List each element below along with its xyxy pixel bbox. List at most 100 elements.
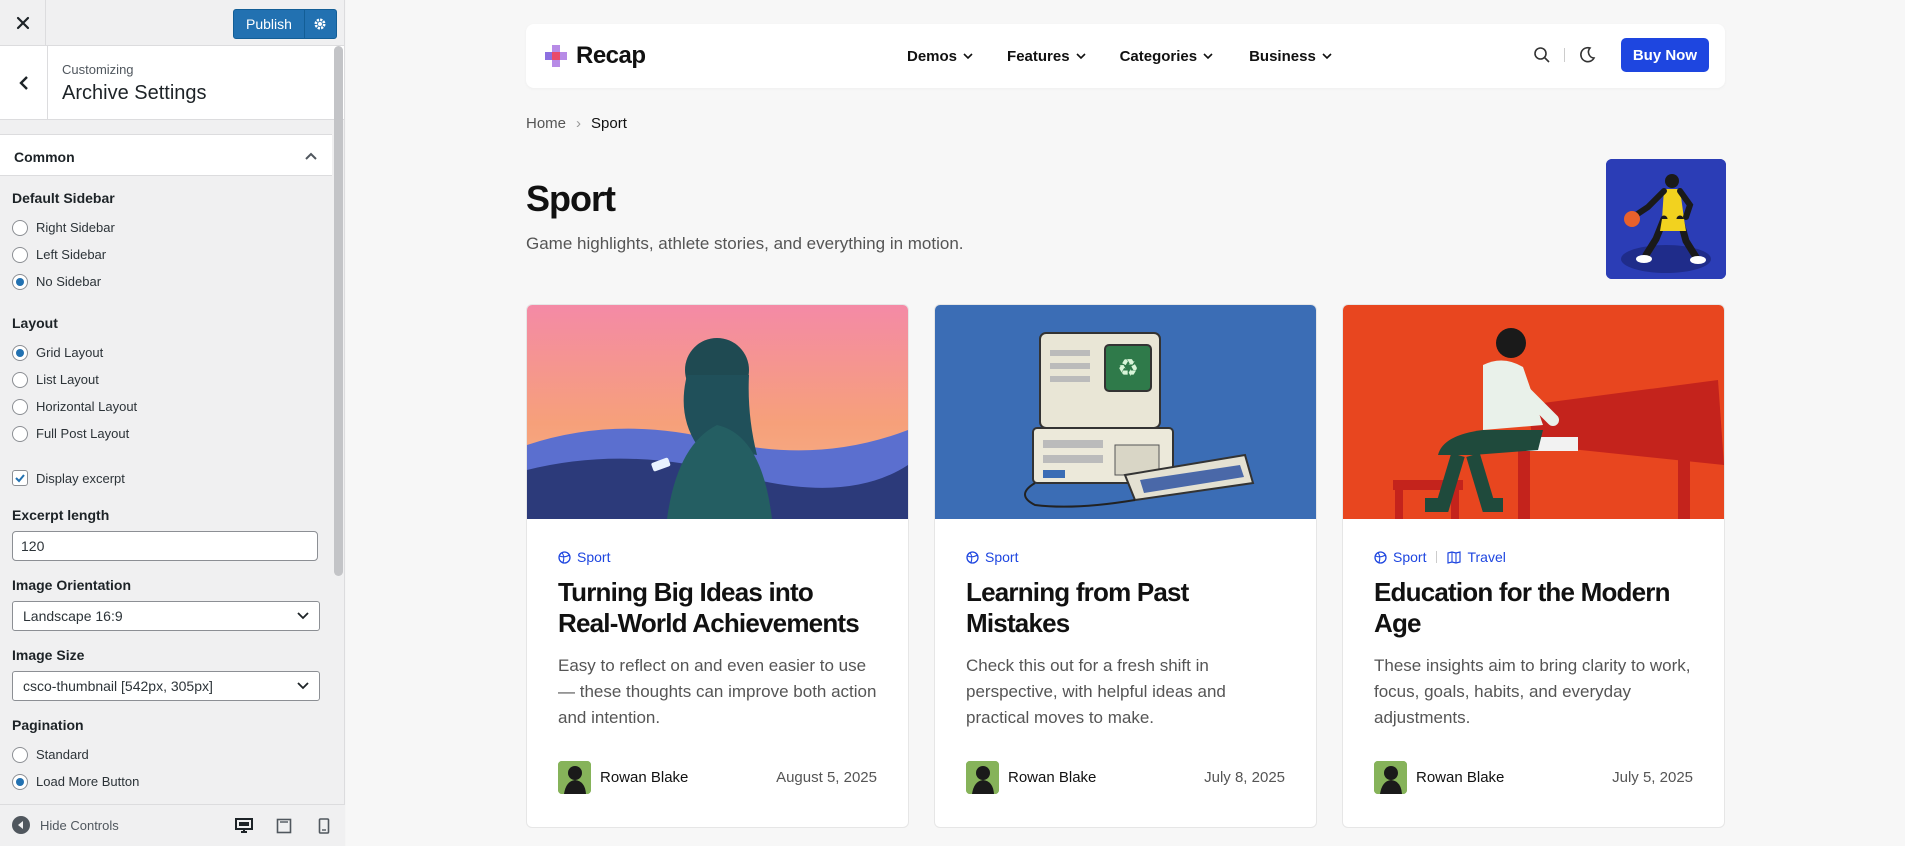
nav-label: Categories xyxy=(1119,47,1198,65)
customizer-header: Publish xyxy=(0,0,344,46)
post-card: Sport Turning Big Ideas into Real-World … xyxy=(526,304,909,828)
post-title[interactable]: Turning Big Ideas into Real-World Achiev… xyxy=(558,577,877,639)
post-title[interactable]: Learning from Past Mistakes xyxy=(966,577,1285,639)
post-excerpt: These insights aim to bring clarity to w… xyxy=(1374,656,1691,727)
excerpt-length-input[interactable] xyxy=(12,531,318,561)
publish-button[interactable]: Publish xyxy=(234,10,304,38)
close-icon xyxy=(16,16,29,30)
post-meta: Rowan Blake July 5, 2025 xyxy=(1374,761,1693,794)
nav-label: Business xyxy=(1249,47,1316,65)
radio-circle xyxy=(12,746,28,763)
post-thumbnail[interactable] xyxy=(527,305,908,519)
post-excerpt: Easy to reflect on and even easier to us… xyxy=(558,656,877,727)
search-button[interactable] xyxy=(1530,43,1554,67)
radio-standard[interactable]: Standard xyxy=(12,741,320,768)
chevron-up-icon xyxy=(305,152,317,160)
avatar xyxy=(558,761,591,794)
nav-label: Features xyxy=(1007,47,1070,65)
category-link-sport[interactable]: Sport xyxy=(966,549,1018,565)
section-title: Archive Settings xyxy=(62,82,207,104)
close-customizer-button[interactable] xyxy=(0,0,46,46)
category-link-sport[interactable]: Sport xyxy=(1374,549,1426,565)
search-icon xyxy=(1534,47,1550,63)
display-excerpt-checkbox[interactable]: Display excerpt xyxy=(12,467,320,489)
radio-label: Horizontal Layout xyxy=(36,399,138,414)
post-date: July 8, 2025 xyxy=(1204,769,1285,786)
desktop-preview-button[interactable] xyxy=(233,815,255,837)
image-orientation-select[interactable]: Landscape 16:9 xyxy=(12,601,320,631)
site-logo[interactable]: Recap xyxy=(542,42,646,70)
author-name: Rowan Blake xyxy=(1416,769,1505,786)
category-label: Sport xyxy=(577,549,611,565)
hide-controls-button[interactable]: Hide Controls xyxy=(12,816,119,834)
radio-label: No Sidebar xyxy=(36,274,102,289)
post-author[interactable]: Rowan Blake xyxy=(966,761,1096,794)
post-thumbnail[interactable]: ♻ xyxy=(935,305,1316,519)
chevron-right-icon: › xyxy=(576,115,582,132)
tablet-icon xyxy=(276,818,292,834)
breadcrumb-current: Sport xyxy=(591,115,627,132)
radio-right-sidebar[interactable]: Right Sidebar xyxy=(12,214,320,241)
site-header: Recap Demos Features Categories Business… xyxy=(526,24,1725,88)
sport-icon xyxy=(966,550,979,564)
nav-categories[interactable]: Categories xyxy=(1120,48,1214,65)
radio-grid-layout[interactable]: Grid Layout xyxy=(12,339,320,366)
dark-mode-toggle[interactable] xyxy=(1575,43,1599,67)
post-title[interactable]: Education for the Modern Age xyxy=(1374,577,1693,639)
radio-circle-selected xyxy=(12,273,28,290)
radio-label: Right Sidebar xyxy=(36,220,115,235)
back-button[interactable] xyxy=(0,46,48,120)
customizer-footer: Hide Controls xyxy=(0,804,345,846)
nav-demos[interactable]: Demos xyxy=(907,48,973,65)
common-controls: Default Sidebar Right Sidebar Left Sideb… xyxy=(0,176,332,795)
device-preview-switcher xyxy=(233,815,335,837)
radio-label: Load More Button xyxy=(36,774,140,789)
radio-list-layout[interactable]: List Layout xyxy=(12,366,320,393)
post-thumbnail[interactable] xyxy=(1343,305,1724,519)
nav-label: Demos xyxy=(907,47,958,65)
chevron-down-icon xyxy=(297,682,309,690)
radio-load-more-button[interactable]: Load More Button xyxy=(12,768,320,795)
post-author[interactable]: Rowan Blake xyxy=(1374,761,1504,794)
post-excerpt: Check this out for a fresh shift in pers… xyxy=(966,656,1226,727)
mobile-preview-button[interactable] xyxy=(313,815,335,837)
image-size-select[interactable]: csco-thumbnail [542px, 305px] xyxy=(12,671,320,701)
category-link-travel[interactable]: Travel xyxy=(1447,549,1506,565)
nav-business[interactable]: Business xyxy=(1249,48,1332,65)
radio-circle-selected xyxy=(12,344,28,361)
layout-label: Layout xyxy=(12,315,58,331)
breadcrumb: Home › Sport xyxy=(526,115,627,132)
radio-circle xyxy=(12,425,28,442)
post-author[interactable]: Rowan Blake xyxy=(558,761,688,794)
category-link-sport[interactable]: Sport xyxy=(558,549,610,565)
buy-now-button[interactable]: Buy Now xyxy=(1620,38,1709,72)
post-meta: Rowan Blake August 5, 2025 xyxy=(558,761,877,794)
nav-features[interactable]: Features xyxy=(1007,48,1086,65)
breadcrumb-home[interactable]: Home xyxy=(526,115,566,132)
hide-controls-label: Hide Controls xyxy=(40,817,119,833)
post-categories: Sport xyxy=(966,549,1285,565)
site-preview: Recap Demos Features Categories Business… xyxy=(346,0,1905,846)
chevron-down-icon xyxy=(1203,52,1213,59)
radio-full-post-layout[interactable]: Full Post Layout xyxy=(12,420,320,447)
customizer-controls-area: Common Default Sidebar Right Sidebar Lef… xyxy=(0,134,332,804)
customizer-panel: Publish Customizing Archive Settings Com… xyxy=(0,0,345,846)
archive-title: Sport xyxy=(526,178,616,219)
checkmark-icon xyxy=(15,474,25,483)
publish-settings-button[interactable] xyxy=(303,10,336,38)
category-label: Sport xyxy=(1393,549,1427,565)
chevron-down-icon xyxy=(1322,52,1332,59)
checkbox-box xyxy=(12,470,28,486)
post-card: ♻ Sport Learning from Past Mistakes Chec… xyxy=(934,304,1317,828)
customizer-scrollbar[interactable] xyxy=(334,46,343,576)
radio-horizontal-layout[interactable]: Horizontal Layout xyxy=(12,393,320,420)
cross-logo-icon xyxy=(545,45,567,67)
radio-label: Full Post Layout xyxy=(36,426,130,441)
tablet-preview-button[interactable] xyxy=(273,815,295,837)
category-separator xyxy=(1436,551,1438,563)
group-label: Common xyxy=(14,149,75,165)
radio-no-sidebar[interactable]: No Sidebar xyxy=(12,268,320,295)
common-group-toggle[interactable]: Common xyxy=(0,134,332,176)
category-label: Sport xyxy=(985,549,1019,565)
radio-left-sidebar[interactable]: Left Sidebar xyxy=(12,241,320,268)
